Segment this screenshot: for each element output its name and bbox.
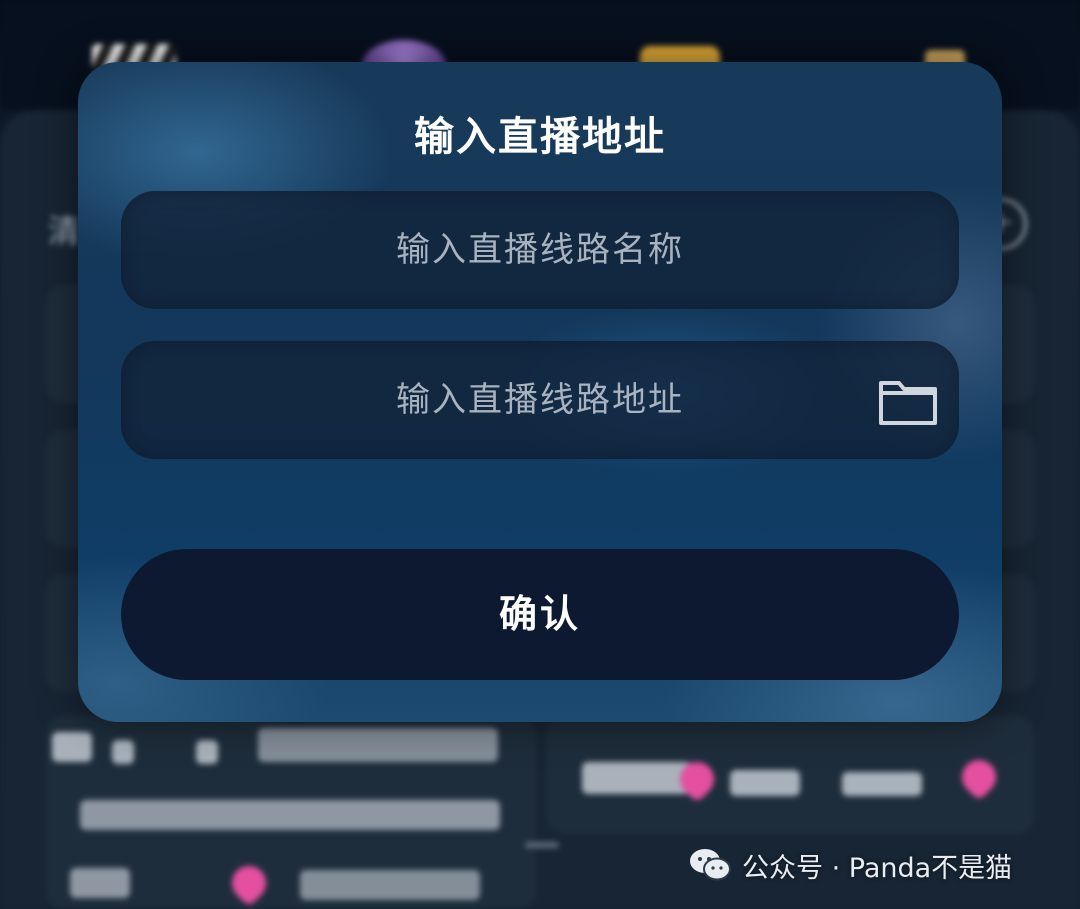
blurred-text [196,740,218,764]
line-url-field[interactable] [121,341,959,459]
line-url-input[interactable] [121,341,959,459]
watermark: 公众号 · Panda不是猫 [688,846,1012,884]
blurred-text [842,772,922,796]
screen: 清 + 输入直播地址 [0,0,1080,909]
folder-icon[interactable] [877,377,939,427]
blurred-text [80,800,500,830]
blurred-text [70,868,130,898]
blurred-text [112,740,134,764]
handle-bar [525,842,559,848]
line-name-input[interactable] [121,191,959,309]
watermark-text: 公众号 · Panda不是猫 [742,852,1013,884]
line-name-field[interactable] [121,191,959,309]
blurred-text [730,770,800,796]
blurred-text [582,762,692,794]
blurred-text [52,732,92,762]
confirm-button[interactable]: 确认 [121,549,959,680]
dialog-title: 输入直播地址 [414,114,666,160]
background-section-label: 清 [48,212,81,250]
wechat-logo [690,849,731,881]
blurred-text [300,870,480,900]
input-live-address-dialog: 输入直播地址 确认 [78,62,1002,722]
blurred-text [258,728,498,762]
